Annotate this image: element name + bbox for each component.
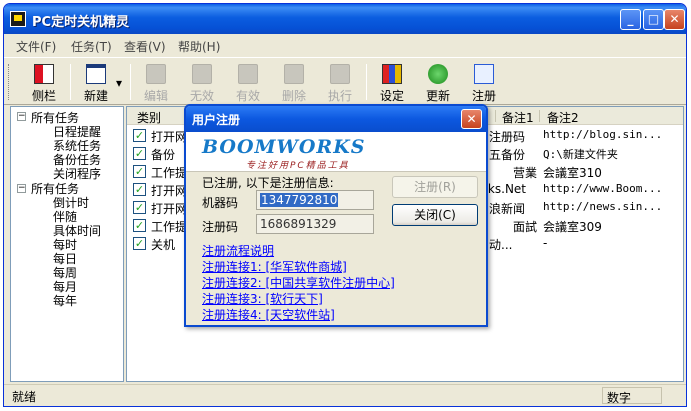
register-guide-link[interactable]: 注册流程说明 <box>202 242 274 259</box>
cell-note1: 面試 <box>513 220 538 234</box>
cell-detail: rks.Net <box>483 182 527 196</box>
logo-slogan: 专注好用PC精品工具 <box>246 161 350 171</box>
register-dialog: 用户注册 ✕ BOOMWORKS 专注好用PC精品工具 已注册, 以下是注册信息… <box>184 104 488 327</box>
column-category[interactable]: 类别 <box>137 109 161 126</box>
cell-detail: 动... <box>489 238 513 252</box>
task-checkbox[interactable]: ✓ <box>133 129 146 142</box>
new-dropdown-arrow-icon[interactable]: ▾ <box>112 76 126 90</box>
cell-note2: http://www.Boom... <box>543 182 663 195</box>
cell-note2: http://blog.sin... <box>543 128 663 141</box>
menu-file[interactable]: 文件(F) <box>16 38 56 55</box>
boomworks-logo: BOOMWORKS <box>202 136 366 158</box>
column-note2[interactable]: 备注2 <box>547 109 579 126</box>
cell-category: 工作提 <box>151 166 188 180</box>
register-icon <box>474 64 494 84</box>
settings-button[interactable]: 设定 <box>372 62 412 104</box>
register-code-label: 注册码 <box>202 220 239 234</box>
cell-note2: 会議室310 <box>543 166 602 180</box>
toolbar-grip[interactable] <box>8 64 11 100</box>
status-bar: 就绪 数字 <box>4 384 686 406</box>
cell-category: 打开网 <box>151 202 188 216</box>
cell-category: 工作提 <box>151 220 188 234</box>
dialog-close-action-button[interactable]: 关闭(C) <box>392 204 478 226</box>
dialog-title: 用户注册 <box>192 113 241 127</box>
delete-button[interactable]: 删除 <box>274 62 314 104</box>
execute-button[interactable]: 执行 <box>320 62 360 104</box>
collapse-icon[interactable]: − <box>17 112 26 121</box>
register-link-3[interactable]: 注册连接3: [软行天下] <box>202 290 323 307</box>
dialog-close-button[interactable]: ✕ <box>461 109 482 129</box>
settings-icon <box>382 64 402 84</box>
dialog-title-bar[interactable]: 用户注册 <box>186 106 486 132</box>
app-icon <box>10 11 26 27</box>
toolbar-separator <box>366 64 367 100</box>
register-link-4[interactable]: 注册连接4: [天空软件站] <box>202 306 335 323</box>
register-button[interactable]: 注册 <box>464 62 504 104</box>
delete-icon <box>284 64 304 84</box>
cell-detail: 浪新闻 <box>489 202 526 216</box>
edit-button[interactable]: 编辑 <box>136 62 176 104</box>
register-link-1[interactable]: 注册连接1: [华军软件商城] <box>202 258 347 275</box>
task-checkbox[interactable]: ✓ <box>133 201 146 214</box>
menu-help[interactable]: 帮助(H) <box>178 38 220 55</box>
menu-view[interactable]: 查看(V) <box>124 38 166 55</box>
maximize-button[interactable]: □ <box>643 9 664 30</box>
machine-code-label: 机器码 <box>202 196 239 210</box>
window-title: PC定时关机精灵 <box>32 15 130 30</box>
cell-category: 打开网 <box>151 184 188 198</box>
task-checkbox[interactable]: ✓ <box>133 237 146 250</box>
close-button[interactable]: ✕ <box>664 9 685 30</box>
task-checkbox[interactable]: ✓ <box>133 165 146 178</box>
sidebar-button[interactable]: 侧栏 <box>24 62 64 104</box>
status-text: 就绪 <box>12 390 37 404</box>
column-divider[interactable] <box>495 110 496 122</box>
toolbar-separator <box>130 64 131 100</box>
cell-category: 备份 <box>151 148 176 162</box>
enable-icon <box>238 64 258 84</box>
cell-category: 关机 <box>151 238 176 252</box>
new-button[interactable]: 新建 <box>76 62 116 104</box>
update-icon <box>428 64 448 84</box>
edit-icon <box>146 64 166 84</box>
sidebar-icon <box>34 64 54 84</box>
column-divider[interactable] <box>539 110 540 122</box>
update-button[interactable]: 更新 <box>418 62 458 104</box>
menu-bar: 文件(F) 任务(T) 查看(V) 帮助(H) <box>4 34 686 56</box>
task-checkbox[interactable]: ✓ <box>133 219 146 232</box>
machine-code-field[interactable]: 1347792810 <box>256 190 374 210</box>
cell-detail: 五备份 <box>489 148 526 162</box>
numlock-indicator: 数字 <box>602 387 662 405</box>
toolbar: 侧栏 新建 ▾ 编辑 无效 有效 删除 执行 设定 更新 注册 <box>4 57 686 105</box>
logo-banner: BOOMWORKS 专注好用PC精品工具 <box>186 132 486 172</box>
registered-message: 已注册, 以下是注册信息: <box>202 176 334 190</box>
cell-note2: Q:\新建文件夹 <box>543 148 618 161</box>
register-submit-button[interactable]: 注册(R) <box>392 176 478 198</box>
enable-button[interactable]: 有效 <box>228 62 268 104</box>
cell-note2: http://news.sin... <box>543 200 663 213</box>
register-code-field[interactable]: 1686891329 <box>256 214 374 234</box>
cell-note2: 会議室309 <box>543 220 602 234</box>
cell-note2: - <box>543 236 548 250</box>
disable-icon <box>192 64 212 84</box>
minimize-button[interactable]: _ <box>620 9 641 30</box>
cell-note1: 营業 <box>513 166 538 180</box>
column-note1[interactable]: 备注1 <box>502 109 534 126</box>
register-link-2[interactable]: 注册连接2: [中国共享软件注册中心] <box>202 274 395 291</box>
title-bar[interactable]: PC定时关机精灵 _ □ ✕ <box>4 4 686 34</box>
tree-item-yearly[interactable]: 每年 <box>53 292 77 309</box>
execute-icon <box>330 64 350 84</box>
task-checkbox[interactable]: ✓ <box>133 147 146 160</box>
disable-button[interactable]: 无效 <box>182 62 222 104</box>
new-window-icon <box>86 64 106 84</box>
collapse-icon[interactable]: − <box>17 184 26 193</box>
task-tree[interactable]: − 所有任务 日程提醒 系统任务 备份任务 关闭程序 − 所有任务 倒计时 伴随… <box>10 106 124 382</box>
menu-task[interactable]: 任务(T) <box>71 38 112 55</box>
cell-detail: 注册码 <box>489 130 526 144</box>
cell-category: 打开网 <box>151 130 188 144</box>
task-checkbox[interactable]: ✓ <box>133 183 146 196</box>
toolbar-separator <box>70 64 71 100</box>
